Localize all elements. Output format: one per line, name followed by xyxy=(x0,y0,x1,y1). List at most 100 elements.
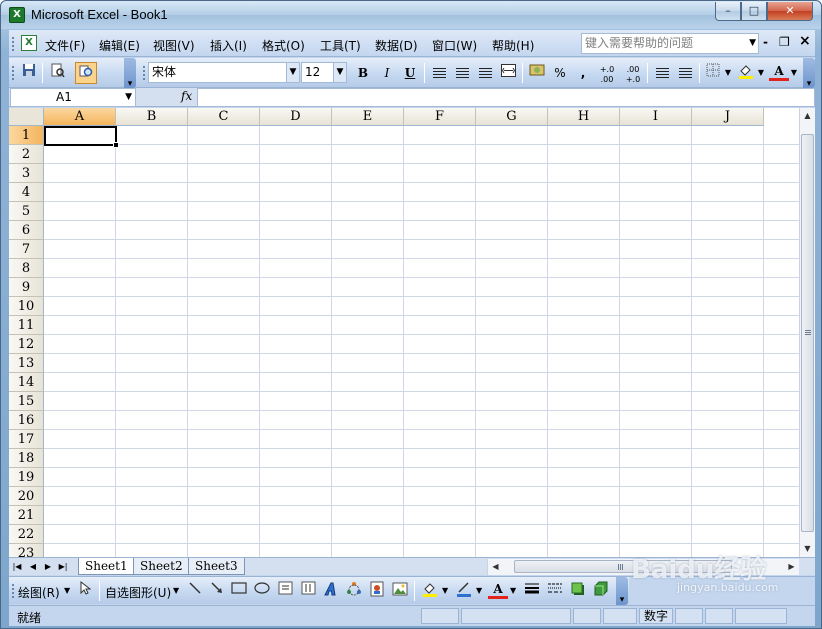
last-sheet-icon[interactable]: ▶| xyxy=(57,560,69,574)
select-all-corner[interactable] xyxy=(9,108,44,126)
fill-color-icon[interactable] xyxy=(736,63,756,83)
menu-format[interactable]: 格式(O) xyxy=(262,37,305,54)
row-header-9[interactable]: 9 xyxy=(9,278,44,297)
vertical-scrollbar[interactable]: ▲ ▼ xyxy=(799,108,815,557)
row-header-17[interactable]: 17 xyxy=(9,430,44,449)
fill-handle[interactable] xyxy=(113,142,119,148)
sheet-tab-sheet3[interactable]: Sheet3 xyxy=(188,558,245,575)
insert-function-icon[interactable]: fx xyxy=(181,89,192,103)
menu-view[interactable]: 视图(V) xyxy=(153,37,195,54)
line-tool-icon[interactable] xyxy=(185,581,205,601)
column-header-g[interactable]: G xyxy=(476,108,548,126)
menu-data[interactable]: 数据(D) xyxy=(375,37,418,54)
column-header-c[interactable]: C xyxy=(188,108,260,126)
row-header-19[interactable]: 19 xyxy=(9,468,44,487)
align-left-icon[interactable] xyxy=(429,63,449,83)
font-name-select[interactable]: 宋体 ▼ xyxy=(148,62,300,83)
currency-icon[interactable] xyxy=(527,63,547,83)
name-box[interactable]: A1 ▼ xyxy=(10,88,136,107)
save-icon[interactable] xyxy=(19,63,39,83)
workbook-icon[interactable]: X xyxy=(21,35,37,51)
row-header-10[interactable]: 10 xyxy=(9,297,44,316)
row-header-12[interactable]: 12 xyxy=(9,335,44,354)
row-header-6[interactable]: 6 xyxy=(9,221,44,240)
menu-file[interactable]: 文件(F) xyxy=(45,37,85,54)
print-preview-icon[interactable] xyxy=(47,63,67,83)
increase-indent-icon[interactable] xyxy=(675,63,695,83)
italic-button[interactable]: I xyxy=(377,63,397,83)
row-header-13[interactable]: 13 xyxy=(9,354,44,373)
row-header-8[interactable]: 8 xyxy=(9,259,44,278)
toolbar-options-chevron-icon[interactable]: ▾ xyxy=(616,577,628,605)
chevron-down-icon[interactable]: ▼ xyxy=(510,586,516,595)
column-header-e[interactable]: E xyxy=(332,108,404,126)
row-header-21[interactable]: 21 xyxy=(9,506,44,525)
fill-color-icon[interactable] xyxy=(420,581,440,601)
toolbar-grip-icon[interactable] xyxy=(11,65,15,81)
borders-icon[interactable] xyxy=(703,63,723,83)
research-icon[interactable] xyxy=(75,62,97,84)
font-color-icon[interactable]: A xyxy=(769,63,789,81)
line-style-icon[interactable] xyxy=(522,581,542,601)
close-button[interactable]: ✕ xyxy=(767,2,813,21)
scroll-right-icon[interactable]: ▶ xyxy=(784,559,799,574)
arrow-tool-icon[interactable] xyxy=(207,581,227,601)
row-header-23[interactable]: 23 xyxy=(9,544,44,557)
chevron-down-icon[interactable]: ▼ xyxy=(333,63,346,82)
menu-tools[interactable]: 工具(T) xyxy=(320,37,361,54)
menu-help[interactable]: 帮助(H) xyxy=(492,37,534,54)
row-header-2[interactable]: 2 xyxy=(9,145,44,164)
chevron-down-icon[interactable]: ▼ xyxy=(756,63,766,83)
doc-restore-button[interactable]: ❐ xyxy=(779,35,790,49)
3d-style-icon[interactable] xyxy=(591,581,611,601)
doc-minimize-button[interactable]: - xyxy=(763,35,768,49)
chevron-down-icon[interactable]: ▼ xyxy=(723,63,733,83)
chevron-down-icon[interactable]: ▼ xyxy=(64,586,70,595)
toolbar-grip-icon[interactable] xyxy=(142,65,146,81)
column-header-b[interactable]: B xyxy=(116,108,188,126)
minimize-button[interactable]: – xyxy=(715,2,741,21)
active-cell[interactable] xyxy=(44,126,117,146)
vertical-text-box-icon[interactable] xyxy=(298,581,318,601)
toolbar-grip-icon[interactable] xyxy=(11,583,15,599)
row-header-11[interactable]: 11 xyxy=(9,316,44,335)
help-question-box[interactable]: 键入需要帮助的问题 ▼ xyxy=(581,33,759,54)
row-header-20[interactable]: 20 xyxy=(9,487,44,506)
row-header-7[interactable]: 7 xyxy=(9,240,44,259)
align-right-icon[interactable] xyxy=(475,63,495,83)
column-header-a[interactable]: A xyxy=(44,108,116,126)
chevron-down-icon[interactable]: ▼ xyxy=(789,63,799,83)
rectangle-tool-icon[interactable] xyxy=(229,581,249,601)
chevron-down-icon[interactable]: ▼ xyxy=(749,34,756,53)
chevron-down-icon[interactable]: ▼ xyxy=(173,586,179,595)
bold-button[interactable]: B xyxy=(353,63,373,83)
menu-edit[interactable]: 编辑(E) xyxy=(99,37,140,54)
sheet-tab-sheet2[interactable]: Sheet2 xyxy=(133,558,190,575)
column-header-i[interactable]: I xyxy=(620,108,692,126)
autoshapes-button[interactable]: 自选图形(U) xyxy=(105,584,171,601)
clip-art-icon[interactable] xyxy=(367,581,387,601)
row-header-16[interactable]: 16 xyxy=(9,411,44,430)
toolbar-options-chevron-icon[interactable]: ▾ xyxy=(803,58,815,89)
text-box-icon[interactable] xyxy=(275,581,295,601)
menu-window[interactable]: 窗口(W) xyxy=(432,37,477,54)
line-color-icon[interactable] xyxy=(454,581,474,601)
chevron-down-icon[interactable]: ▼ xyxy=(476,586,482,595)
scroll-left-icon[interactable]: ◀ xyxy=(488,559,503,574)
increase-decimal-button[interactable]: +.0 .00 xyxy=(595,63,619,84)
row-header-3[interactable]: 3 xyxy=(9,164,44,183)
oval-tool-icon[interactable] xyxy=(252,581,272,601)
align-center-icon[interactable] xyxy=(452,63,472,83)
select-objects-icon[interactable] xyxy=(75,580,95,601)
next-sheet-icon[interactable]: ▶ xyxy=(42,560,54,574)
dash-style-icon[interactable] xyxy=(545,581,565,601)
excel-app-icon[interactable]: X xyxy=(9,7,25,23)
percent-button[interactable]: % xyxy=(550,63,570,83)
diagram-icon[interactable] xyxy=(344,581,364,601)
prev-sheet-icon[interactable]: ◀ xyxy=(27,560,39,574)
column-header-f[interactable]: F xyxy=(404,108,476,126)
wordart-icon[interactable] xyxy=(321,581,341,601)
maximize-button[interactable]: □ xyxy=(741,2,767,21)
merge-center-icon[interactable] xyxy=(498,63,518,83)
menubar-grip-icon[interactable] xyxy=(11,36,15,52)
